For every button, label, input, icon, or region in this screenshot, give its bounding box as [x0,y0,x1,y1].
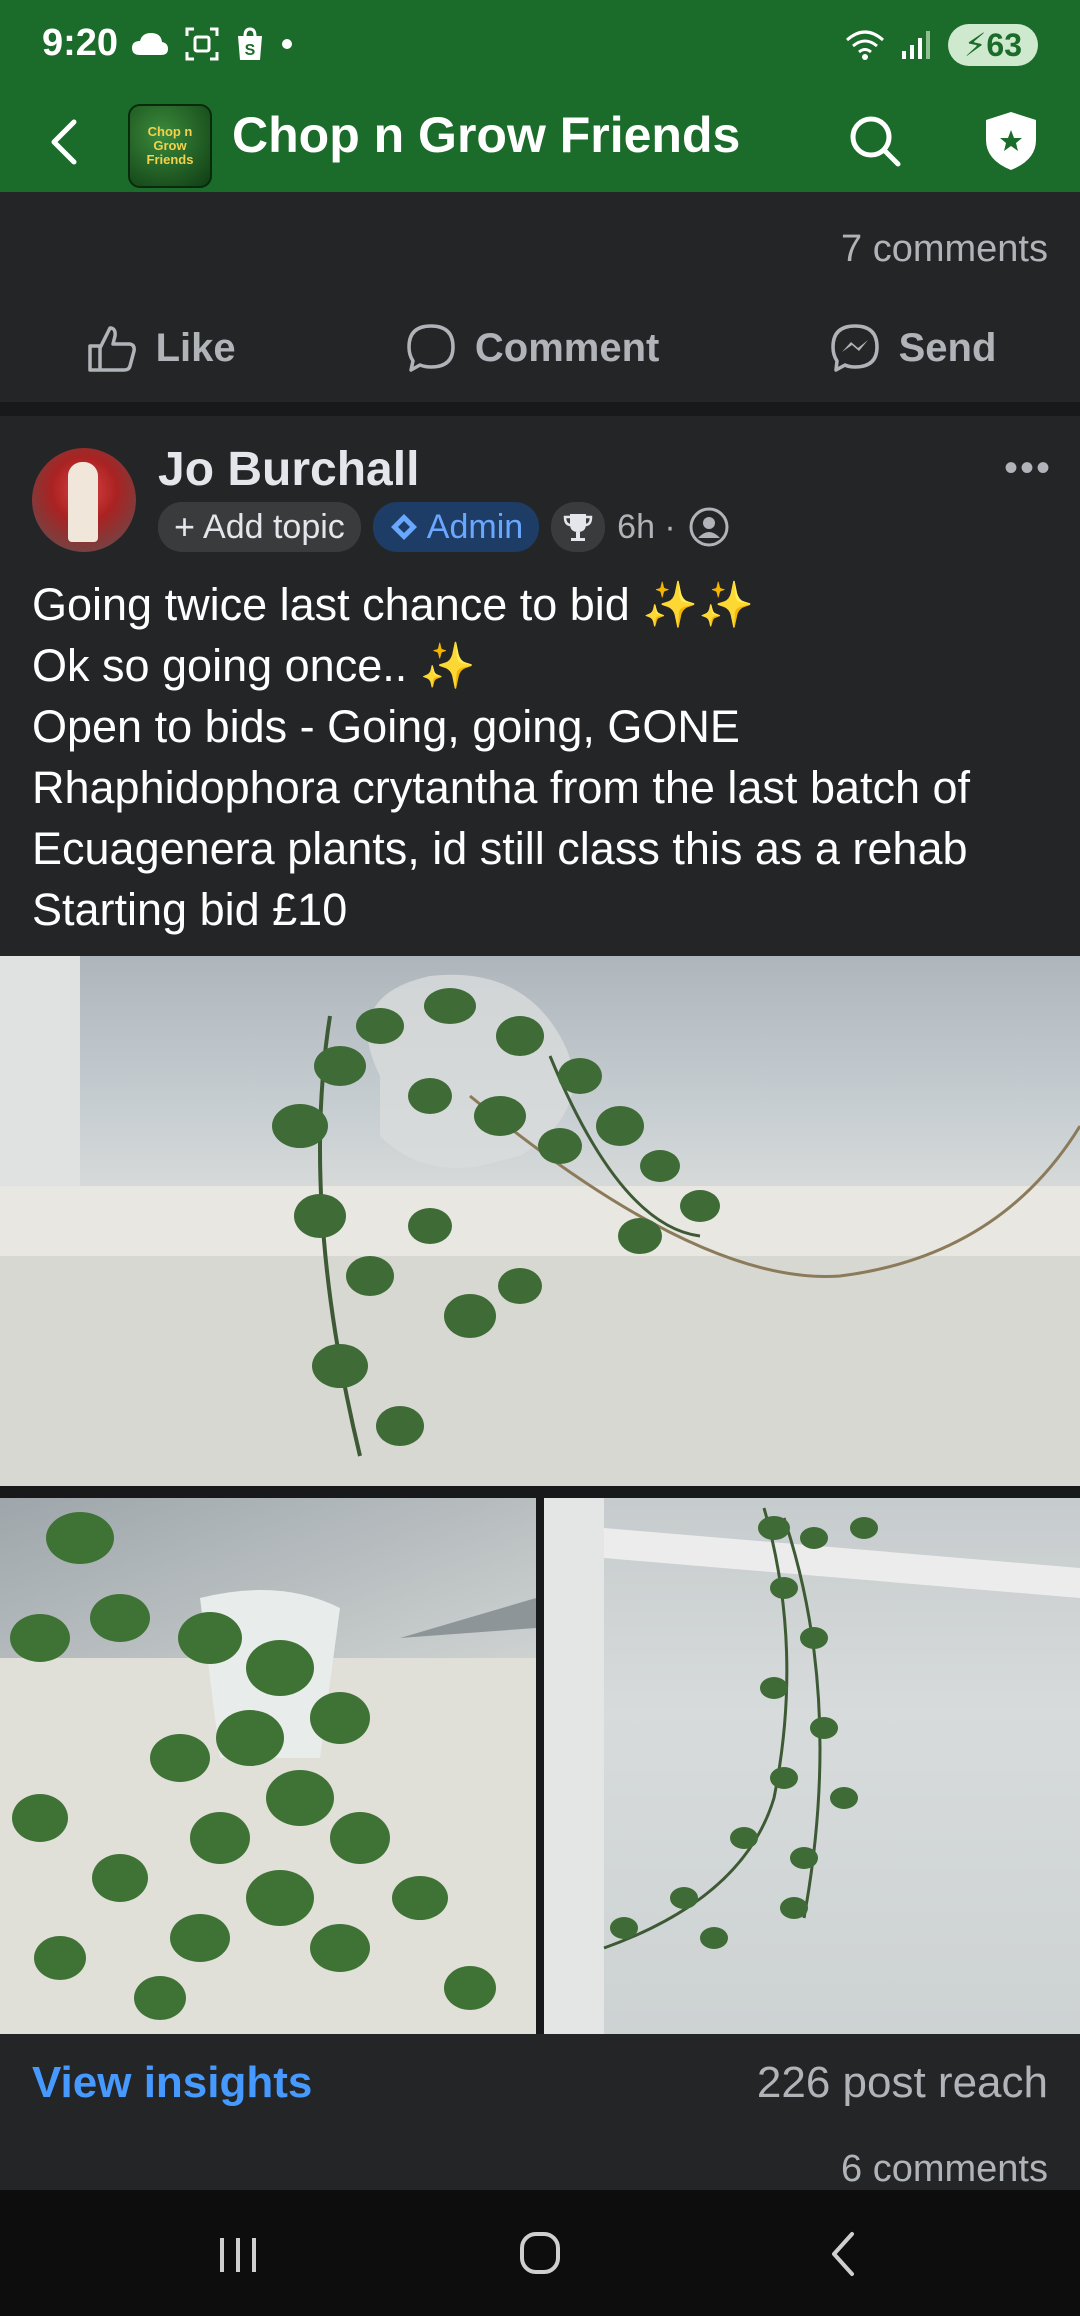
post-line: Ok so going once.. ✨ [32,640,476,691]
wifi-icon [845,30,884,60]
admin-badge[interactable]: Admin [372,502,540,552]
post-divider [0,402,1080,416]
dot-icon [282,39,292,49]
status-right: ⚡63 [844,24,1038,66]
admin-diamond-icon [390,514,417,540]
svg-text:S: S [245,42,256,59]
post-line: Rhaphidophora crytantha from the last ba… [32,762,971,813]
status-icons: S [130,26,294,62]
post-comments-count[interactable]: 6 comments [841,2148,1048,2191]
post-line: Starting bid £10 [32,884,348,935]
author-name[interactable]: Jo Burchall [158,442,419,497]
post-text: Going twice last chance to bid ✨✨ Ok so … [32,574,1052,940]
plant-closeup-illustration [0,1512,536,2034]
trophy-icon [563,514,593,541]
admin-label: Admin [426,507,524,546]
plus-icon: + [174,506,196,547]
send-button[interactable]: Send [827,320,997,376]
post-line: Going twice last chance to bid ✨✨ [32,579,755,630]
plant-photo-illustration [0,956,1080,1486]
screenshot-icon [185,27,219,61]
group-title[interactable]: Chop n Grow Friends [232,106,740,164]
audience-group-icon[interactable] [688,506,730,548]
signal-icon [901,31,930,59]
comment-button[interactable]: Comment [403,320,659,376]
back-arrow-icon[interactable] [36,112,96,172]
recent-apps-icon[interactable] [208,2226,268,2282]
search-icon[interactable] [842,108,908,174]
comment-bubble-icon [407,324,455,372]
post-line: Ecuagenera plants, id still class this a… [32,823,968,874]
battery-indicator: ⚡63 [947,24,1038,66]
trailing-plant-illustration [544,1498,1080,2034]
post-action-row: Like Comment Send [0,300,1080,396]
avatar-person-shape [68,462,98,542]
comment-label: Comment [474,325,660,370]
post-time: 6h · [617,507,676,546]
add-topic-button[interactable]: + Add topic [158,502,361,552]
app-bar: Chop n Grow Friends Chop n Grow Friends [0,92,1080,192]
like-label: Like [155,325,236,370]
cloud-icon [132,33,168,55]
post-reach: 226 post reach [756,2058,1048,2107]
group-logo[interactable]: Chop n Grow Friends [128,104,212,188]
charging-icon: ⚡ [963,27,987,63]
admin-shield-icon[interactable] [976,106,1046,176]
post-photo-main[interactable] [0,956,1080,1486]
system-nav-bar [0,2190,1080,2316]
previous-post-comments[interactable]: 7 comments [841,228,1048,271]
status-time: 9:20 [42,22,119,64]
post-photo-right[interactable] [544,1498,1080,2034]
photo-gap-vertical [536,1498,544,2034]
group-logo-text: Chop n Grow Friends [146,124,194,167]
author-avatar[interactable] [32,448,136,552]
status-bar: 9:20 S ⚡63 [0,0,1080,92]
post-photo-left[interactable] [0,1498,536,2034]
back-nav-icon[interactable] [814,2226,874,2282]
home-icon[interactable] [510,2226,570,2282]
like-button[interactable]: Like [84,320,236,376]
shop-icon: S [238,27,262,60]
view-insights-link[interactable]: View insights [32,2058,312,2108]
messenger-icon [830,324,879,372]
thumbs-up-icon [87,326,136,372]
photo-gap [0,1486,1080,1498]
send-label: Send [898,325,997,370]
more-options-icon[interactable]: ••• [1004,446,1052,491]
post-meta-row: + Add topic Admin 6h · [158,502,730,552]
add-topic-label: Add topic [203,507,345,546]
trophy-badge[interactable] [551,502,606,552]
battery-level: 63 [986,27,1022,63]
post-line: Open to bids - Going, going, GONE [32,701,740,752]
